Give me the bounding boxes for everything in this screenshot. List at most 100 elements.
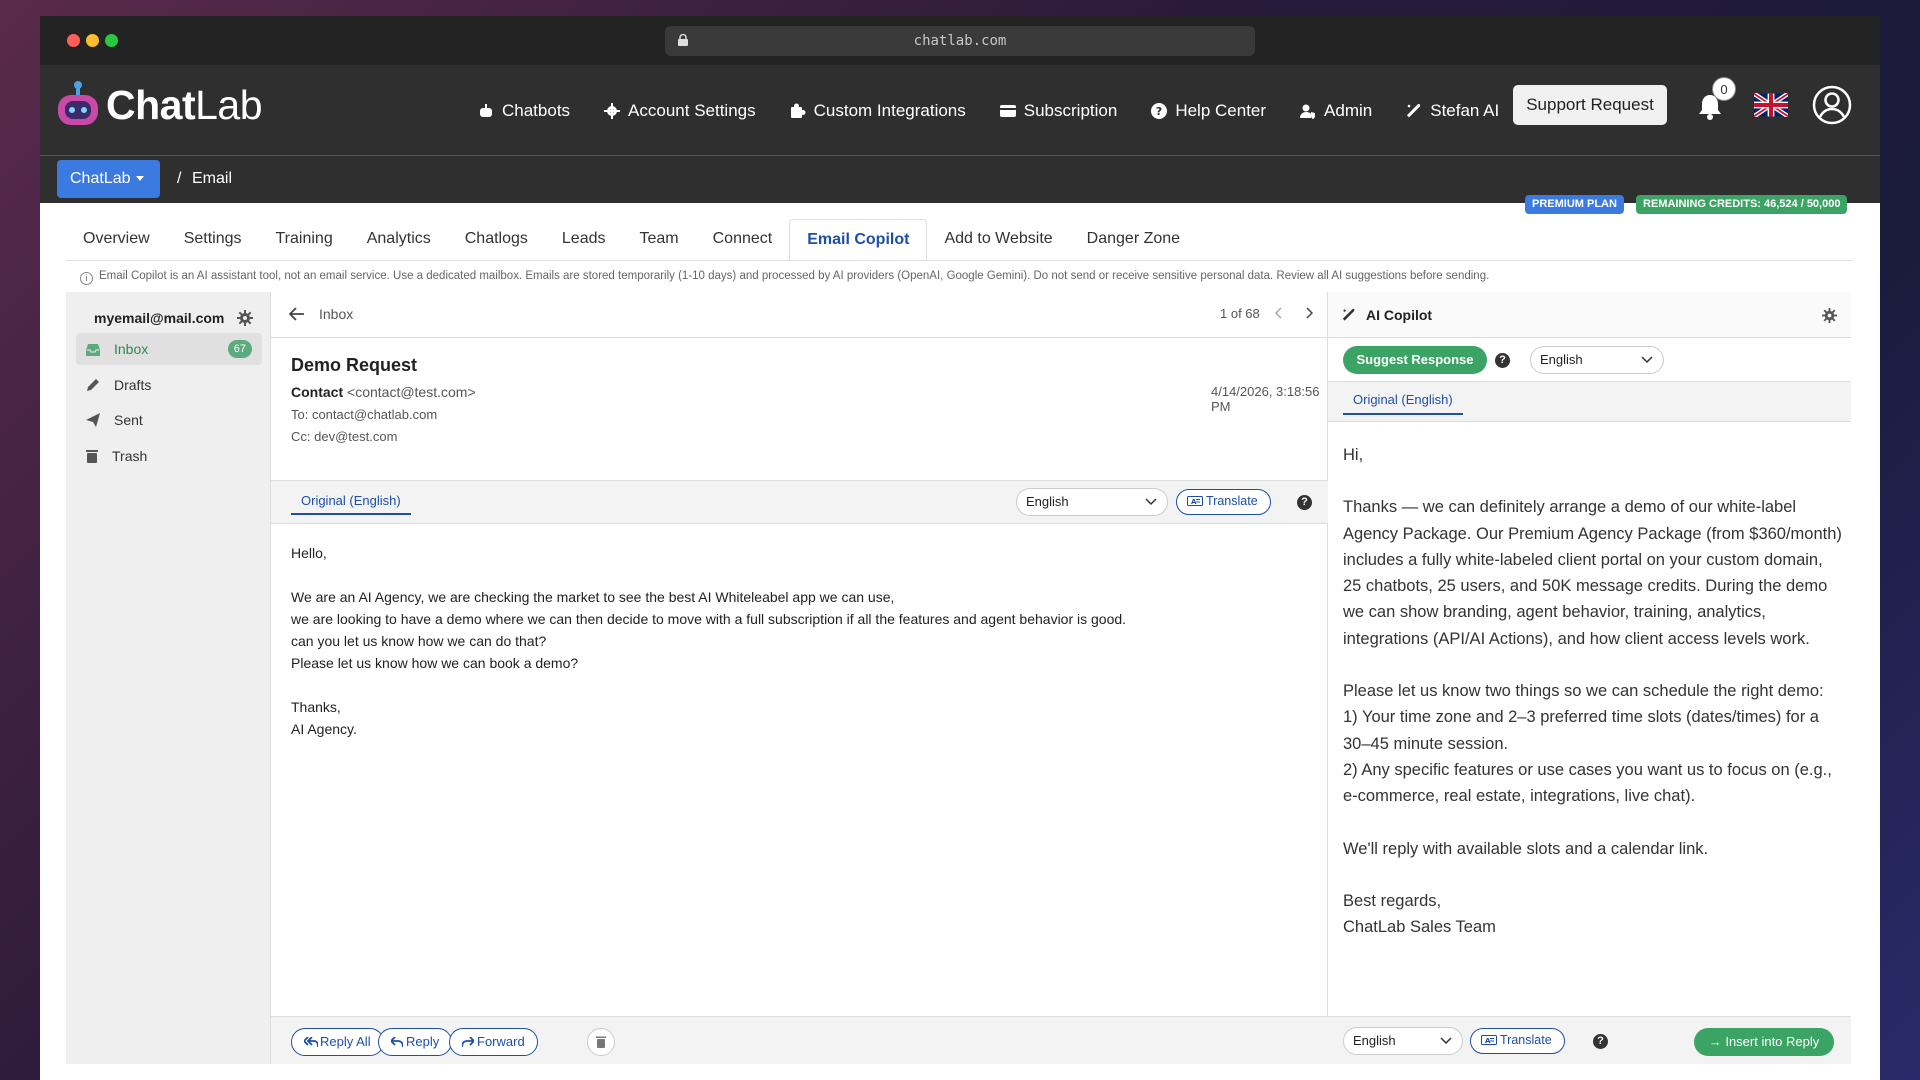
puzzle-icon: [790, 103, 806, 118]
trash-icon: [596, 1036, 606, 1048]
premium-plan-badge: PREMIUM PLAN: [1525, 195, 1624, 214]
nav-custom-integrations[interactable]: Custom Integrations: [790, 101, 966, 121]
copilot-language-select[interactable]: English: [1530, 346, 1664, 374]
browser-titlebar: chatlab.com: [40, 16, 1880, 65]
url-bar[interactable]: chatlab.com: [665, 26, 1255, 56]
tab-add-to-website[interactable]: Add to Website: [927, 219, 1069, 261]
chevron-down-icon: [1641, 356, 1653, 364]
suggest-response-button[interactable]: Suggest Response: [1343, 346, 1487, 374]
nav-admin[interactable]: Admin: [1300, 101, 1372, 121]
ai-copilot-panel: AI Copilot Suggest Response ? English Or…: [1328, 292, 1851, 1064]
copilot-translate-help-icon[interactable]: ?: [1593, 1034, 1608, 1049]
back-to-inbox-link[interactable]: Inbox: [319, 306, 353, 322]
email-body: Hello, We are an AI Agency, we are check…: [291, 545, 1127, 737]
info-icon: i: [80, 272, 93, 285]
brand-name: ChatLab: [106, 81, 263, 128]
copilot-tab-bar: Original (English): [1328, 382, 1851, 422]
tab-training[interactable]: Training: [259, 219, 350, 261]
forward-icon: [461, 1036, 476, 1048]
user-avatar-icon[interactable]: [1812, 85, 1852, 125]
robot-icon: [480, 103, 492, 117]
copilot-footer: English A Translate ? → Insert into Reply: [1328, 1016, 1851, 1064]
credit-card-icon: [999, 104, 1016, 117]
mail-sidebar: myemail@mail.com Inbox 67 Drafts Sent Tr…: [66, 292, 271, 1064]
sidebar-item-drafts[interactable]: Drafts: [76, 369, 262, 401]
trash-icon: [86, 450, 98, 463]
email-date: 4/14/2026, 3:18:56 PM: [1211, 384, 1320, 414]
caret-down-icon: [135, 176, 144, 182]
sidebar-item-trash[interactable]: Trash: [76, 440, 262, 472]
tab-divider: [66, 260, 1852, 261]
lock-icon: [678, 34, 688, 46]
top-navigation: ChatLab Chatbots Account Settings Custom…: [40, 65, 1880, 156]
mailbox-settings-icon[interactable]: [237, 310, 253, 326]
nav-subscription[interactable]: Subscription: [999, 101, 1117, 121]
insert-into-reply-button[interactable]: → Insert into Reply: [1694, 1028, 1834, 1056]
paper-plane-icon: [86, 413, 100, 427]
breadcrumb-current: Email: [192, 170, 233, 187]
suggested-response[interactable]: Hi, Thanks — we can definitely arrange a…: [1343, 442, 1843, 940]
tab-analytics[interactable]: Analytics: [350, 219, 448, 261]
support-request-button[interactable]: Support Request: [1513, 85, 1667, 125]
email-subject: Demo Request: [291, 355, 418, 375]
delete-email-button[interactable]: [587, 1028, 615, 1056]
copilot-tab-original[interactable]: Original (English): [1343, 392, 1463, 415]
mail-language-select[interactable]: English: [1016, 488, 1168, 516]
maximize-window-dot[interactable]: [105, 34, 118, 47]
tab-settings[interactable]: Settings: [167, 219, 259, 261]
sidebar-item-sent[interactable]: Sent: [76, 404, 262, 436]
reply-icon: [389, 1036, 404, 1048]
copilot-settings-gear-icon[interactable]: [1822, 308, 1837, 323]
copilot-toolbar: Suggest Response ? English: [1328, 338, 1851, 382]
reply-all-button[interactable]: Reply All: [291, 1028, 384, 1056]
magic-wand-icon: [1407, 103, 1421, 117]
tab-original-language[interactable]: Original (English): [291, 493, 411, 515]
nav-account-settings[interactable]: Account Settings: [604, 101, 756, 121]
reply-button[interactable]: Reply: [378, 1028, 453, 1056]
tab-team[interactable]: Team: [623, 219, 696, 261]
remaining-credits-badge: REMAINING CREDITS: 46,524 / 50,000: [1636, 195, 1848, 214]
tab-leads[interactable]: Leads: [545, 219, 623, 261]
chatbot-selector-dropdown[interactable]: ChatLab: [57, 160, 160, 198]
tab-email-copilot[interactable]: Email Copilot: [789, 219, 928, 261]
nav-help-center[interactable]: ? Help Center: [1151, 101, 1266, 121]
mailbox-account: myemail@mail.com: [94, 310, 225, 326]
magic-wand-icon: [1342, 308, 1355, 321]
mail-reader: Inbox 1 of 68 Demo Request Contact <cont…: [271, 292, 1328, 1064]
chatlab-logo[interactable]: ChatLab: [56, 79, 263, 131]
nav-chatbots[interactable]: Chatbots: [478, 101, 570, 121]
user-shield-icon: [1300, 104, 1316, 119]
inbox-count-badge: 67: [227, 340, 252, 358]
mail-header-bar: Inbox 1 of 68: [271, 292, 1327, 338]
nav-stefan-ai[interactable]: Stefan AI: [1406, 101, 1499, 121]
copilot-title: AI Copilot: [1366, 307, 1433, 323]
uk-flag-icon[interactable]: [1754, 93, 1788, 117]
mail-pager: 1 of 68: [1220, 306, 1314, 321]
copilot-header: AI Copilot: [1328, 292, 1851, 338]
mail-translate-button[interactable]: A Translate: [1176, 489, 1271, 515]
translate-icon: A: [1187, 496, 1203, 506]
tab-chatlogs[interactable]: Chatlogs: [448, 219, 545, 261]
robot-logo-icon: [58, 81, 98, 125]
tab-danger-zone[interactable]: Danger Zone: [1070, 219, 1197, 261]
question-circle-icon: ?: [1151, 102, 1168, 119]
close-window-dot[interactable]: [67, 34, 80, 47]
sidebar-item-inbox[interactable]: Inbox 67: [76, 333, 262, 365]
forward-button[interactable]: Forward: [449, 1028, 538, 1056]
mail-translate-bar: Original (English) English A Translate ?: [271, 480, 1328, 524]
minimize-window-dot[interactable]: [86, 34, 99, 47]
copilot-footer-language-select[interactable]: English: [1343, 1027, 1463, 1055]
email-cc: Cc: dev@test.com: [291, 429, 398, 444]
notification-count-badge: 0: [1712, 77, 1736, 101]
chevron-left-icon[interactable]: [1275, 307, 1283, 319]
back-arrow-icon[interactable]: [289, 307, 305, 321]
chevron-right-icon[interactable]: [1305, 307, 1314, 319]
tab-connect[interactable]: Connect: [696, 219, 790, 261]
pencil-icon: [87, 379, 99, 391]
reply-all-icon: [302, 1036, 319, 1048]
suggest-help-icon[interactable]: ?: [1495, 353, 1510, 368]
tab-overview[interactable]: Overview: [66, 219, 167, 261]
inbox-icon: [86, 343, 100, 356]
copilot-translate-button[interactable]: A Translate: [1470, 1028, 1565, 1054]
mail-translate-help-icon[interactable]: ?: [1297, 495, 1312, 510]
